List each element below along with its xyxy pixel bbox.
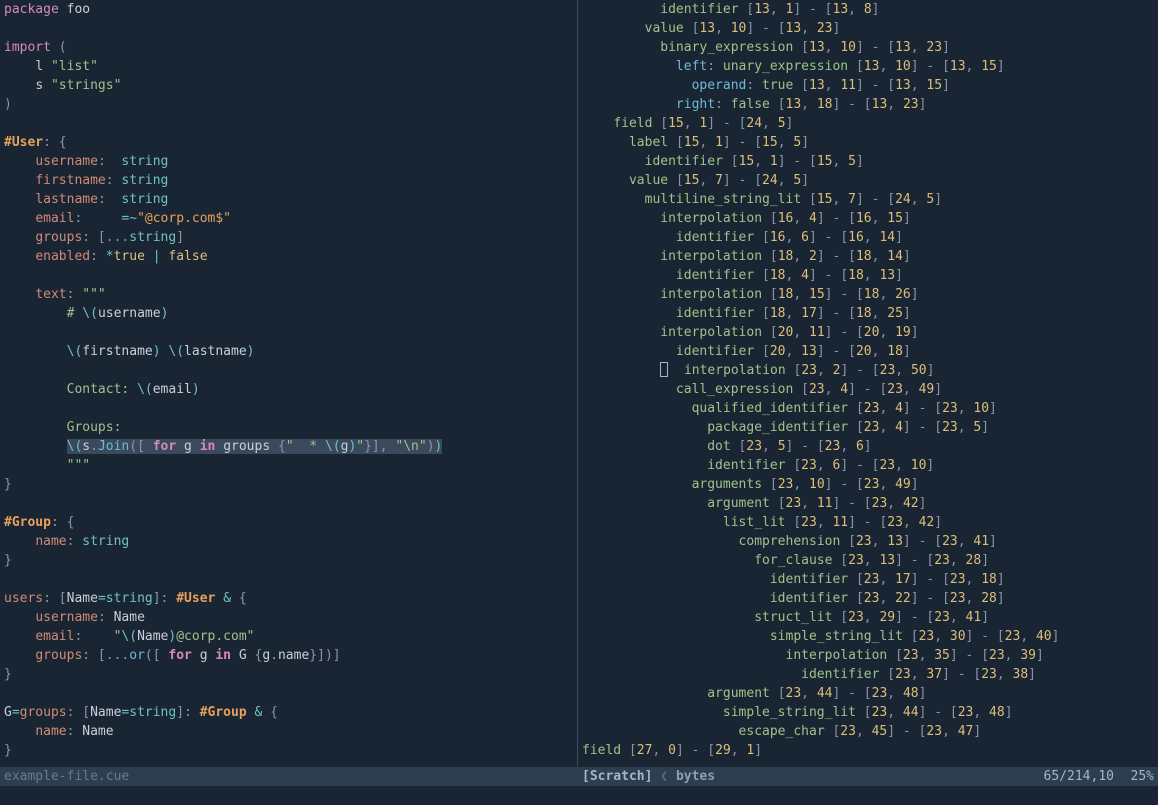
tree-node-line[interactable]: identifier [23, 17] - [23, 18] [582,570,1154,589]
code-line[interactable] [4,114,573,133]
tree-node-line[interactable]: field [27, 0] - [29, 1] [582,741,1154,760]
tree-node-line[interactable]: call_expression [23, 4] - [23, 49] [582,380,1154,399]
code-line[interactable]: text: """ [4,285,573,304]
code-line[interactable]: } [4,475,573,494]
tree-node-line[interactable]: list_lit [23, 11] - [23, 42] [582,513,1154,532]
code-line[interactable]: } [4,665,573,684]
code-line[interactable]: Contact: \(email) [4,380,573,399]
tree-node-line[interactable]: field [15, 1] - [24, 5] [582,114,1154,133]
code-line[interactable] [4,19,573,38]
code-line[interactable]: lastname: string [4,190,573,209]
code-line[interactable] [4,684,573,703]
separator-icon: ❮ [660,769,668,784]
code-line[interactable]: package foo [4,0,573,19]
tree-node-line[interactable]: argument [23, 44] - [23, 48] [582,684,1154,703]
code-line[interactable]: firstname: string [4,171,573,190]
tree-node-line[interactable]: interpolation [20, 11] - [20, 19] [582,323,1154,342]
tree-node-line[interactable]: identifier [15, 1] - [15, 5] [582,152,1154,171]
tree-node-line[interactable]: value [13, 10] - [13, 23] [582,19,1154,38]
code-line[interactable]: groups: [...or([ for g in G {g.name}])] [4,646,573,665]
tree-node-line[interactable]: identifier [20, 13] - [20, 18] [582,342,1154,361]
code-line[interactable]: } [4,551,573,570]
tree-node-line[interactable]: qualified_identifier [23, 4] - [23, 10] [582,399,1154,418]
code-line[interactable]: email: =~"@corp.com$" [4,209,573,228]
status-percent: 25% [1114,767,1154,786]
tree-node-line[interactable]: simple_string_lit [23, 44] - [23, 48] [582,703,1154,722]
code-line[interactable]: \(s.Join([ for g in groups {" * \(g)"}],… [4,437,573,456]
code-line[interactable] [4,570,573,589]
tree-node-line[interactable]: binary_expression [13, 10] - [13, 23] [582,38,1154,57]
tree-node-line[interactable]: identifier [23, 37] - [23, 38] [582,665,1154,684]
tree-node-line[interactable]: left: unary_expression [13, 10] - [13, 1… [582,57,1154,76]
tree-node-line[interactable]: label [15, 1] - [15, 5] [582,133,1154,152]
code-line[interactable] [4,361,573,380]
tree-node-line[interactable]: multiline_string_lit [15, 7] - [24, 5] [582,190,1154,209]
code-line[interactable]: # \(username) [4,304,573,323]
tree-node-line[interactable]: struct_lit [23, 29] - [23, 41] [582,608,1154,627]
code-line[interactable]: enabled: *true | false [4,247,573,266]
status-position: 65/214,10 [1044,767,1114,786]
tree-node-line[interactable]: identifier [13, 1] - [13, 8] [582,0,1154,19]
editor-right-pane[interactable]: identifier [13, 1] - [13, 8] value [13, … [578,0,1158,767]
code-line[interactable]: username: string [4,152,573,171]
tree-node-line[interactable]: interpolation [23, 2] - [23, 50] [582,361,1154,380]
tree-node-line[interactable]: identifier [18, 4] - [18, 13] [582,266,1154,285]
code-line[interactable] [4,266,573,285]
tree-node-line[interactable]: operand: true [13, 11] - [13, 15] [582,76,1154,95]
code-line[interactable]: username: Name [4,608,573,627]
code-line[interactable]: users: [Name=string]: #User & { [4,589,573,608]
tree-node-line[interactable]: identifier [23, 6] - [23, 10] [582,456,1154,475]
tree-node-line[interactable]: interpolation [23, 35] - [23, 39] [582,646,1154,665]
code-line[interactable]: \(firstname) \(lastname) [4,342,573,361]
code-line[interactable]: name: string [4,532,573,551]
code-line[interactable]: s "strings" [4,76,573,95]
code-line[interactable]: G=groups: [Name=string]: #Group & { [4,703,573,722]
tree-node-line[interactable]: arguments [23, 10] - [23, 49] [582,475,1154,494]
code-line[interactable] [4,494,573,513]
tree-node-line[interactable]: dot [23, 5] - [23, 6] [582,437,1154,456]
editor-left-pane[interactable]: package foo import ( l "list" s "strings… [0,0,578,767]
tree-node-line[interactable]: identifier [18, 17] - [18, 25] [582,304,1154,323]
code-line[interactable] [4,399,573,418]
tree-node-line[interactable]: simple_string_lit [23, 30] - [23, 40] [582,627,1154,646]
code-line[interactable]: } [4,741,573,760]
tree-node-line[interactable]: right: false [13, 18] - [13, 23] [582,95,1154,114]
code-line[interactable]: #User: { [4,133,573,152]
cursor-icon [660,362,668,377]
tree-node-line[interactable]: package_identifier [23, 4] - [23, 5] [582,418,1154,437]
code-line[interactable] [4,323,573,342]
tree-node-line[interactable]: escape_char [23, 45] - [23, 47] [582,722,1154,741]
tree-node-line[interactable]: identifier [16, 6] - [16, 14] [582,228,1154,247]
tree-node-line[interactable]: value [15, 7] - [24, 5] [582,171,1154,190]
tree-node-line[interactable]: for_clause [23, 13] - [23, 28] [582,551,1154,570]
tree-node-line[interactable]: comprehension [23, 13] - [23, 41] [582,532,1154,551]
tree-node-line[interactable]: identifier [23, 22] - [23, 28] [582,589,1154,608]
command-line[interactable] [0,786,1158,805]
code-line[interactable]: name: Name [4,722,573,741]
code-line[interactable]: ) [4,95,573,114]
tree-node-line[interactable]: argument [23, 11] - [23, 42] [582,494,1154,513]
status-right-buffer: [Scratch] [582,769,652,784]
status-line: example-file.cue [Scratch] ❮ bytes 65/21… [0,767,1158,786]
code-line[interactable]: l "list" [4,57,573,76]
code-line[interactable]: #Group: { [4,513,573,532]
status-filetype: bytes [676,769,715,784]
code-line[interactable]: email: "\(Name)@corp.com" [4,627,573,646]
code-line[interactable]: groups: [...string] [4,228,573,247]
tree-node-line[interactable]: interpolation [16, 4] - [16, 15] [582,209,1154,228]
code-line[interactable]: Groups: [4,418,573,437]
tree-node-line[interactable]: interpolation [18, 2] - [18, 14] [582,247,1154,266]
status-left-filename: example-file.cue [0,767,578,786]
code-line[interactable]: import ( [4,38,573,57]
code-line[interactable]: """ [4,456,573,475]
tree-node-line[interactable]: interpolation [18, 15] - [18, 26] [582,285,1154,304]
